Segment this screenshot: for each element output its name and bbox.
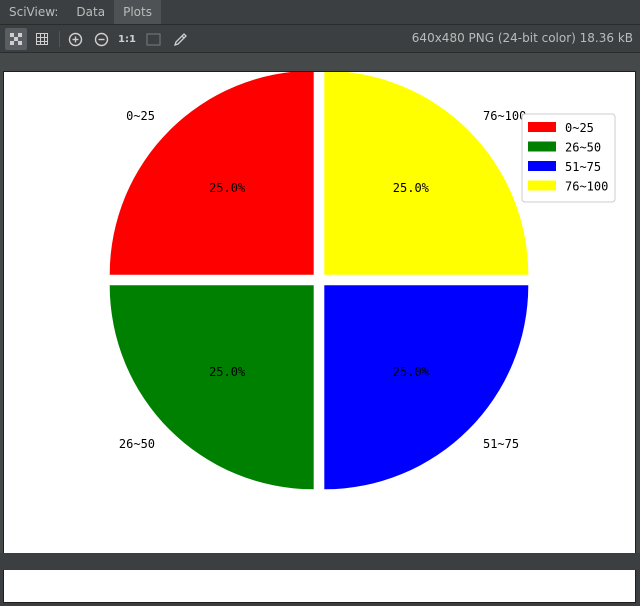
pie-chart: 25.0% 25.0% 25.0% 25.0% 0~25 26~50 51~75 76~10… [109,70,616,490]
pie-slice [324,285,529,490]
chessboard-icon[interactable] [5,28,27,50]
tab-data[interactable]: Data [67,0,114,24]
legend-label: 26~50 [565,141,601,155]
image-info-text: 640x480 PNG (24-bit color) 18.36 kB [411,31,633,45]
zoom-in-icon[interactable] [64,28,86,50]
percent-label: 25.0% [209,181,246,195]
status-bar [0,553,640,570]
sciview-title: SciView: [9,5,59,19]
category-label: 26~50 [119,437,155,451]
actual-size-button[interactable]: 1:1 [116,28,138,50]
tab-plots[interactable]: Plots [114,0,161,24]
legend-label: 76~100 [565,180,608,194]
legend-swatch [528,141,556,152]
tool-window-tabbar: SciView: Data Plots [0,0,640,25]
category-label: 51~75 [483,437,519,451]
legend-swatch [528,161,556,171]
percent-label: 25.0% [209,365,246,379]
percent-label: 25.0% [393,181,430,195]
pie-slice [324,70,529,275]
image-viewer[interactable]: 25.0% 25.0% 25.0% 25.0% 0~25 26~50 51~75 76~10… [0,53,640,603]
pie-slice [109,285,314,490]
category-label: 0~25 [126,109,155,123]
grid-icon[interactable] [31,28,53,50]
color-picker-icon[interactable] [169,28,191,50]
category-label: 76~100 [483,109,526,123]
chart-legend: 0~25 26~50 51~75 76~100 [521,113,616,203]
pie-slice [109,70,314,275]
legend-label: 0~25 [565,121,594,135]
zoom-out-icon[interactable] [90,28,112,50]
legend-label: 51~75 [565,160,601,174]
percent-label: 25.0% [393,365,430,379]
legend-swatch [528,122,556,132]
plot-image: 25.0% 25.0% 25.0% 25.0% 0~25 26~50 51~75 76~10… [3,70,636,603]
fit-window-icon[interactable] [142,28,164,50]
image-toolbar: 1:1 640x480 PNG (24-bit color) 18.36 kB [0,25,640,53]
legend-swatch [528,180,556,191]
